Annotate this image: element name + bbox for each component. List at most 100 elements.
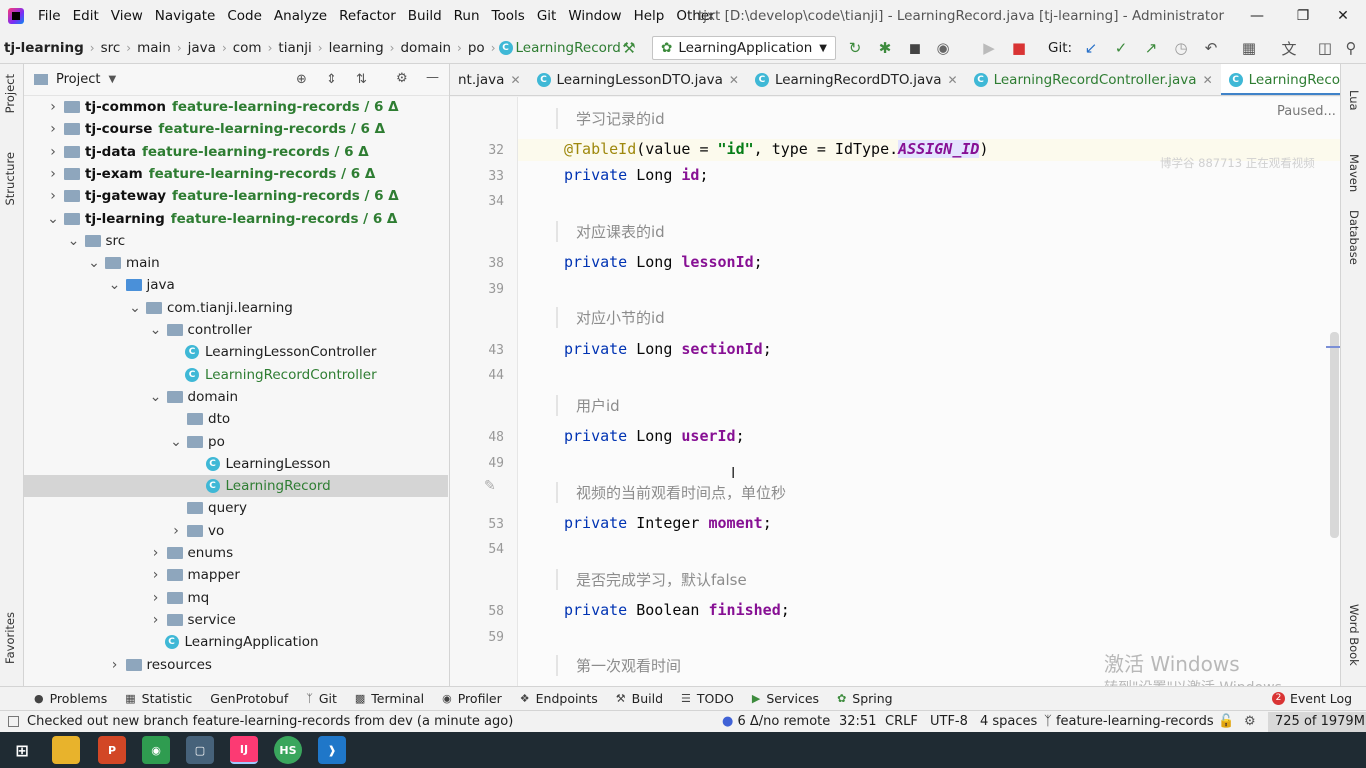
word-book-tool-tab[interactable]: Word Book	[1347, 604, 1361, 666]
breadcrumb-main[interactable]: main	[134, 40, 174, 56]
tree-item[interactable]: C LearningApplication	[24, 631, 448, 653]
vcs-status[interactable]: ● 6 Δ/no remote	[722, 714, 830, 729]
rerun-icon[interactable]: ↻	[846, 39, 864, 57]
editor-scrollbar[interactable]	[1330, 332, 1339, 538]
chevron-down-icon[interactable]: ⌄	[169, 434, 183, 450]
breadcrumb-po[interactable]: po	[465, 40, 488, 56]
vscode-icon[interactable]: ❱	[318, 736, 346, 764]
tab-nt-java[interactable]: nt.java ✕	[450, 64, 529, 95]
close-icon[interactable]: ✕	[510, 73, 520, 87]
tree-item[interactable]: C LearningRecordController	[24, 364, 448, 386]
profiler-tab[interactable]: ◉ Profiler	[434, 691, 512, 706]
menu-file[interactable]: File	[32, 0, 67, 32]
close-icon[interactable]: ✕	[948, 73, 958, 87]
git-push-icon[interactable]: ↗	[1142, 39, 1160, 57]
indent-setting[interactable]: 4 spaces	[980, 714, 1037, 729]
tree-item[interactable]: C LearningLesson	[24, 453, 448, 475]
statistic-tab[interactable]: ▦ Statistic	[117, 691, 202, 706]
search-icon[interactable]: ⚲	[1342, 39, 1360, 57]
chevron-right-icon[interactable]: ›	[108, 657, 122, 673]
tree-item[interactable]: › vo	[24, 520, 448, 542]
chevron-right-icon[interactable]: ›	[46, 166, 60, 182]
build-hammer-icon[interactable]: ⚒	[620, 39, 638, 57]
chevron-down-icon[interactable]: ⌄	[149, 322, 163, 338]
run-configuration-select[interactable]: ✿ LearningApplication ▼	[652, 36, 836, 60]
menu-analyze[interactable]: Analyze	[268, 0, 333, 32]
chevron-down-icon[interactable]: ⌄	[67, 233, 81, 249]
chevron-right-icon[interactable]: ›	[46, 99, 60, 115]
gear-icon[interactable]: ⚙	[396, 71, 408, 86]
tree-item[interactable]: C LearningRecord	[24, 475, 448, 498]
project-panel-title[interactable]: Project	[56, 72, 100, 87]
menu-window[interactable]: Window	[562, 0, 627, 32]
tree-item[interactable]: query	[24, 497, 448, 519]
settings-gear-icon[interactable]: ⚙	[1244, 714, 1256, 729]
tree-item[interactable]: › mapper	[24, 564, 448, 586]
todo-tab[interactable]: ☰ TODO	[673, 691, 744, 706]
chevron-right-icon[interactable]: ›	[149, 545, 163, 561]
line-separator[interactable]: CRLF	[885, 714, 918, 729]
chevron-right-icon[interactable]: ›	[149, 590, 163, 606]
status-toggle-icon[interactable]	[8, 716, 19, 727]
tab-learning-record-dto[interactable]: C LearningRecordDTO.java ✕	[747, 64, 966, 95]
tree-item[interactable]: ⌄ controller	[24, 319, 448, 341]
coverage-icon[interactable]: ◼	[906, 39, 924, 57]
chevron-down-icon[interactable]: ▼	[108, 74, 116, 85]
powerpoint-icon[interactable]: P	[98, 736, 126, 764]
breadcrumb-learning[interactable]: learning	[326, 40, 387, 56]
hs-app-icon[interactable]: HS	[274, 736, 302, 764]
chevron-down-icon[interactable]: ⌄	[108, 277, 122, 293]
breadcrumb-tianji[interactable]: tianji	[275, 40, 314, 56]
build-tab[interactable]: ⚒ Build	[608, 691, 673, 706]
tree-item[interactable]: ⌄ domain	[24, 386, 448, 408]
tree-item[interactable]: ⌄ tj-learning feature-learning-records / 6…	[24, 208, 448, 230]
tree-item[interactable]: › tj-data feature-learning-records / 6 Δ	[24, 141, 448, 163]
chevron-down-icon[interactable]: ⌄	[149, 389, 163, 405]
genprotobuf-tab[interactable]: GenProtobuf	[202, 691, 298, 706]
status-message[interactable]: Checked out new branch feature-learning-…	[27, 714, 513, 729]
chevron-right-icon[interactable]: ›	[169, 523, 183, 539]
git-history-icon[interactable]: ◷	[1172, 39, 1190, 57]
debug-icon[interactable]: ✱	[876, 39, 894, 57]
database-tool-tab[interactable]: Database	[1347, 210, 1361, 265]
file-encoding[interactable]: UTF-8	[930, 714, 968, 729]
favorites-tool-tab[interactable]: Favorites	[3, 612, 17, 664]
event-log-tab[interactable]: 2 Event Log	[1264, 691, 1362, 706]
profile-icon[interactable]: ◉	[934, 39, 952, 57]
breadcrumb-class[interactable]: LearningRecord	[513, 40, 624, 56]
memory-indicator[interactable]: 725 of 1979M	[1268, 712, 1366, 732]
tree-item[interactable]: ⌄ po	[24, 431, 448, 453]
tab-learning-record[interactable]: CLearningRecord.java✕	[1220, 64, 1340, 95]
edit-pencil-icon[interactable]: ✎	[484, 478, 496, 494]
menu-help[interactable]: Help	[628, 0, 671, 32]
stop-icon[interactable]: ■	[1010, 39, 1028, 57]
services-tab[interactable]: ▶ Services	[744, 691, 829, 706]
tree-item[interactable]: › resources	[24, 654, 448, 676]
expand-all-icon[interactable]: ⇕	[326, 72, 337, 87]
spring-tab[interactable]: ✿ Spring	[829, 691, 903, 706]
maven-tool-tab[interactable]: Maven	[1347, 154, 1361, 192]
windows-start-icon[interactable]: ⊞	[8, 736, 36, 764]
tree-item[interactable]: › service	[24, 609, 448, 631]
tree-item[interactable]: › tj-common feature-learning-records / 6 Δ	[24, 96, 448, 118]
tree-item[interactable]: › tj-exam feature-learning-records / 6 Δ	[24, 163, 448, 185]
breadcrumb-domain[interactable]: domain	[397, 40, 454, 56]
git-branch-status[interactable]: ᛉ feature-learning-records	[1044, 714, 1214, 729]
git-update-icon[interactable]: ↙	[1082, 39, 1100, 57]
tree-item[interactable]: ⌄ com.tianji.learning	[24, 297, 448, 319]
git-commit-icon[interactable]: ✓	[1112, 39, 1130, 57]
tree-item[interactable]: › enums	[24, 542, 448, 564]
chevron-down-icon[interactable]: ⌄	[46, 211, 60, 227]
menu-edit[interactable]: Edit	[67, 0, 105, 32]
close-window-button[interactable]: ✕	[1320, 0, 1366, 32]
chevron-right-icon[interactable]: ›	[46, 121, 60, 137]
project-structure-icon[interactable]: ▦	[1240, 39, 1258, 57]
close-icon[interactable]: ✕	[729, 73, 739, 87]
project-tool-tab[interactable]: Project	[3, 74, 17, 113]
problems-tab[interactable]: ● Problems	[0, 691, 117, 706]
menu-navigate[interactable]: Navigate	[149, 0, 222, 32]
menu-code[interactable]: Code	[221, 0, 268, 32]
tree-item[interactable]: ⌄ src	[24, 230, 448, 252]
code-editor[interactable]: 博学谷 887713 正在观看视频 I 学习记录的id @TableId(valu…	[518, 97, 1340, 686]
chevron-down-icon[interactable]: ⌄	[128, 300, 142, 316]
